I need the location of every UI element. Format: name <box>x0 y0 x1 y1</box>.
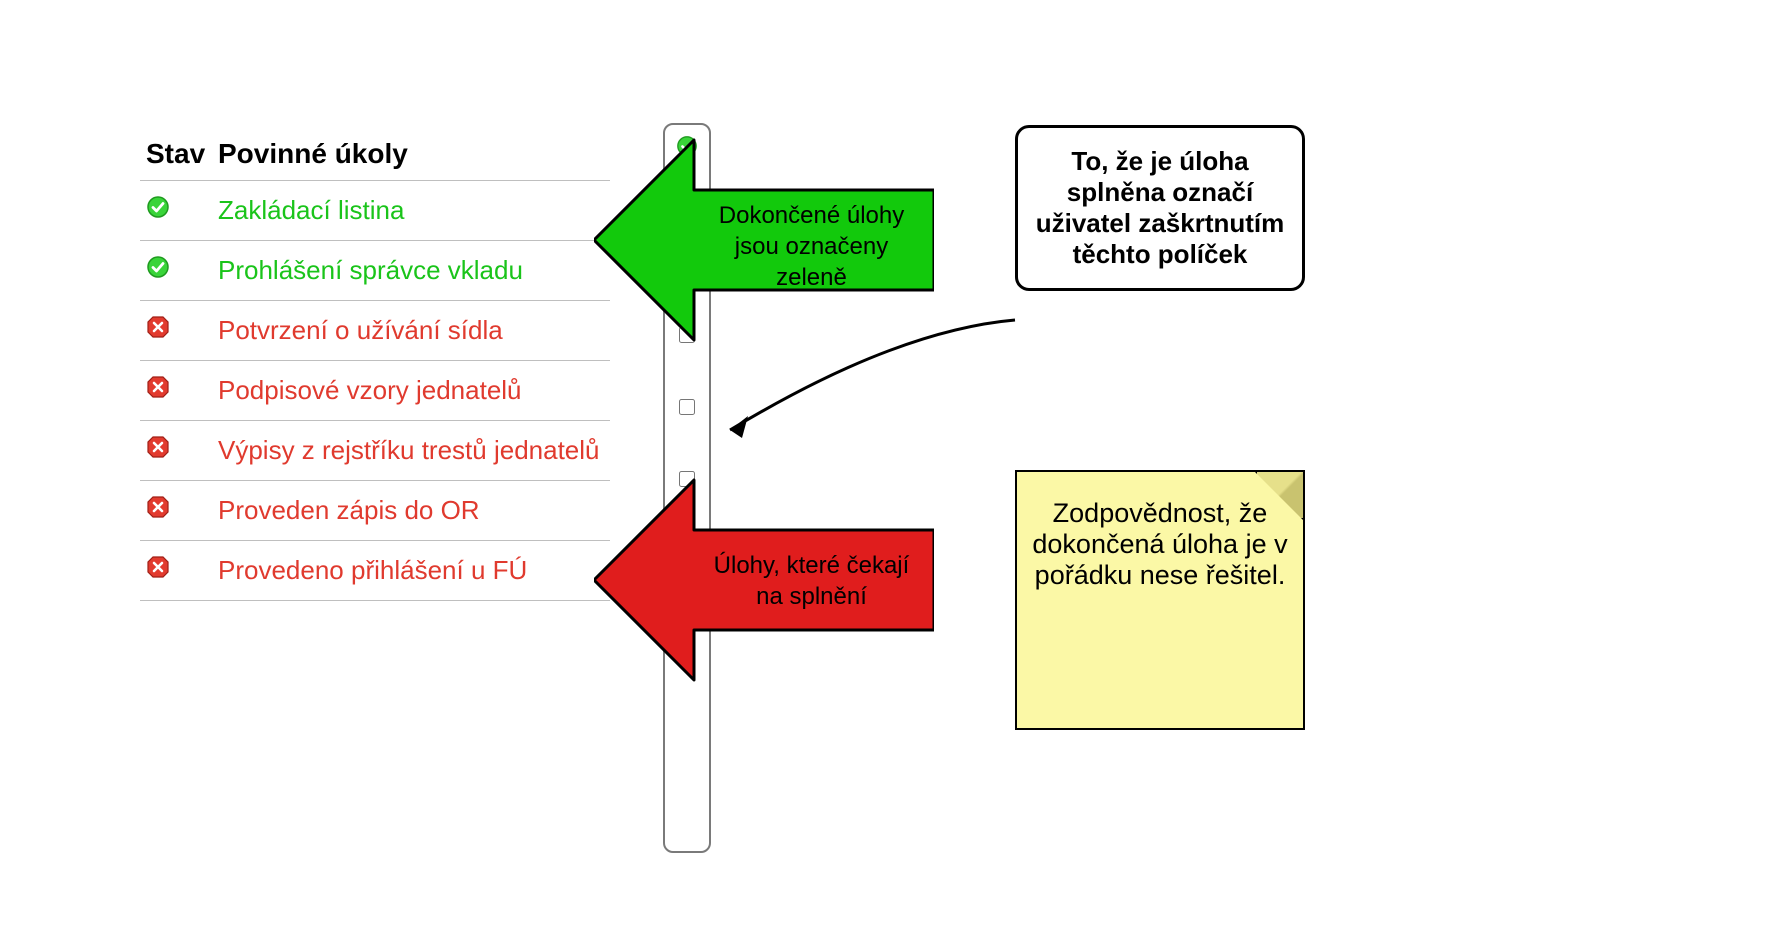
table-row: Proveden zápis do OR <box>140 481 610 541</box>
task-label: Provedeno přihlášení u FÚ <box>212 541 610 601</box>
status-cell <box>140 421 212 481</box>
task-label: Proveden zápis do OR <box>212 481 610 541</box>
red-arrow-callout: Úlohy, které čekají na splnění <box>594 470 934 690</box>
task-label: Výpisy z rejstříku trestů jednatelů <box>212 421 610 481</box>
status-cell <box>140 181 212 241</box>
status-cell <box>140 361 212 421</box>
diagram-stage: Stav Povinné úkoly Zakládací listina <box>0 0 1788 934</box>
check-circle-icon <box>146 255 170 279</box>
check-circle-icon <box>146 195 170 219</box>
cross-octagon-icon <box>146 555 170 579</box>
table-row: Prohlášení správce vkladu <box>140 241 610 301</box>
status-cell <box>140 541 212 601</box>
table-row: Potvrzení o užívání sídla <box>140 301 610 361</box>
task-checkbox[interactable] <box>679 399 695 415</box>
table-row: Provedeno přihlášení u FÚ <box>140 541 610 601</box>
table-row: Podpisové vzory jednatelů <box>140 361 610 421</box>
cross-octagon-icon <box>146 375 170 399</box>
table-row: Výpisy z rejstříku trestů jednatelů <box>140 421 610 481</box>
task-table: Stav Povinné úkoly Zakládací listina <box>140 130 610 601</box>
cross-octagon-icon <box>146 495 170 519</box>
header-task: Povinné úkoly <box>212 130 610 181</box>
sticky-note: Zodpovědnost, že dokončená úloha je v po… <box>1015 470 1305 730</box>
header-status: Stav <box>140 130 212 181</box>
task-label: Podpisové vzory jednatelů <box>212 361 610 421</box>
task-table-header-row: Stav Povinné úkoly <box>140 130 610 181</box>
table-row: Zakládací listina <box>140 181 610 241</box>
task-label: Prohlášení správce vkladu <box>212 241 610 301</box>
status-cell <box>140 241 212 301</box>
status-cell <box>140 481 212 541</box>
green-arrow-callout: Dokončené úlohy jsou označeny zeleně <box>594 130 934 350</box>
status-cell <box>140 301 212 361</box>
green-arrow-text: Dokončené úlohy jsou označeny zeleně <box>699 200 924 294</box>
cross-octagon-icon <box>146 315 170 339</box>
red-arrow-text: Úlohy, které čekají na splnění <box>699 550 924 612</box>
sticky-note-text: Zodpovědnost, že dokončená úloha je v po… <box>1032 498 1287 590</box>
cross-octagon-icon <box>146 435 170 459</box>
white-note: To, že je úloha splněna označí uživatel … <box>1015 125 1305 291</box>
task-label: Potvrzení o užívání sídla <box>212 301 610 361</box>
task-label: Zakládací listina <box>212 181 610 241</box>
